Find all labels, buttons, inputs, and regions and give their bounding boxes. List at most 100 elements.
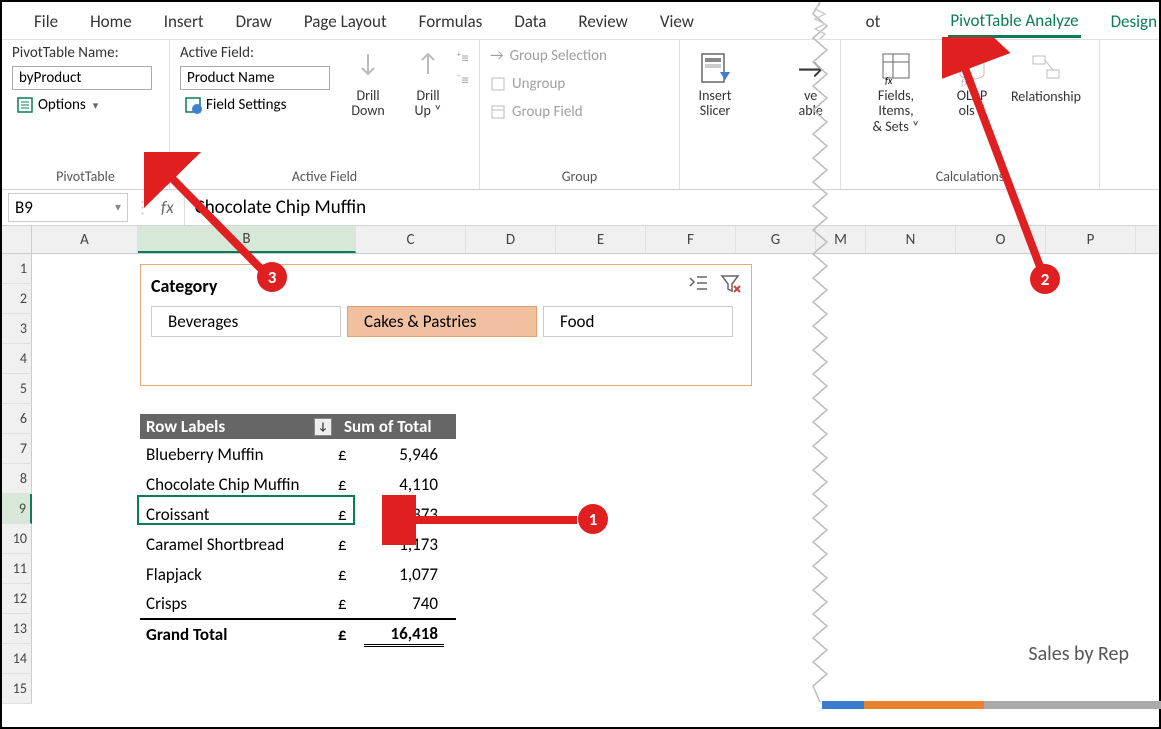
drill-down-label: Drill Down [344,88,392,119]
page-break-zigzag-top [805,4,835,39]
fields-items-sets-button[interactable]: fx Fields, Items, & Sets ˅ [851,44,941,138]
pivot-values-header[interactable]: Sum of Total [338,414,438,439]
field-settings-icon [184,96,202,114]
options-button[interactable]: Options [12,94,152,116]
tab-draw[interactable]: Draw [234,5,274,36]
insert-slicer-label: Insert Slicer [699,88,732,119]
col-C[interactable]: C [356,226,466,253]
pt-name-label: PivotTable Name: [12,44,152,62]
row-value: 1,077 [364,564,444,585]
tab-view[interactable]: View [658,5,696,36]
drill-down-icon [354,48,382,88]
row-13[interactable]: 13 [2,614,32,644]
bar-segment-blue [822,701,864,709]
tab-design[interactable]: Design [1109,5,1159,36]
tab-home[interactable]: Home [88,5,134,36]
group-group: → Group Selection Ungroup Group Field Gr… [480,40,680,189]
name-box[interactable]: B9 ▾ [8,193,128,222]
partial-button-ve-able[interactable]: → ve able [790,44,831,123]
slicer-category[interactable]: Category Beverages Cakes & Pastries Food [140,264,752,386]
group-selection-label: Group Selection [510,47,607,65]
callout-arrow-3 [144,152,284,282]
chart-title: Sales by Rep [1028,642,1129,666]
sort-dropdown-icon[interactable]: ↓ [314,418,332,436]
row-value: 740 [364,593,444,614]
col-A[interactable]: A [32,226,138,253]
col-G[interactable]: G [736,226,816,253]
currency: £ [338,534,364,555]
col-M[interactable]: M [816,226,866,253]
row-1[interactable]: 1 [2,254,32,284]
tab-pivottable-analyze[interactable]: PivotTable Analyze [948,4,1080,38]
group-field-button: Group Field [490,100,607,124]
slicer-item-food[interactable]: Food [543,306,733,337]
row-label: Caramel Shortbread [140,532,338,557]
fields-items-label: Fields, Items, & Sets ˅ [859,88,933,134]
row-15[interactable]: 15 [2,674,32,704]
group-data-partial: → ve able [780,40,840,189]
row-2[interactable]: 2 [2,284,32,314]
row-7[interactable]: 7 [2,434,32,464]
row-value: 4,110 [364,474,444,495]
tab-page-layout[interactable]: Page Layout [302,5,389,36]
group-selection-icon: → [490,47,504,65]
grand-total-row[interactable]: Grand Total £ 16,418 [140,619,456,649]
pt-name-input[interactable] [12,66,152,90]
tab-review[interactable]: Review [576,5,629,36]
worksheet-cells[interactable]: Category Beverages Cakes & Pastries Food [32,254,1159,704]
group-field-label: Group Field [512,103,583,121]
group-field-icon [490,104,506,120]
active-field-input[interactable] [180,66,330,90]
drill-up-icon [414,48,442,88]
currency: £ [338,564,364,585]
col-F[interactable]: F [646,226,736,253]
slicer-item-cakes[interactable]: Cakes & Pastries [347,306,537,337]
group-filter-partial: Insert Slicer [680,40,740,189]
row-4[interactable]: 4 [2,344,32,374]
multi-select-icon[interactable] [687,273,709,298]
row-10[interactable]: 10 [2,524,32,554]
tab-data[interactable]: Data [512,5,548,36]
pivot-row-labels-header[interactable]: Row Labels [146,416,225,437]
chart-bars [822,701,1161,709]
partial-label-ve: ve able [799,88,823,119]
row-6[interactable]: 6 [2,404,32,434]
table-row[interactable]: Blueberry Muffin £ 5,946 [140,439,456,469]
row-value: 5,946 [364,444,444,465]
tab-file[interactable]: File [32,5,60,36]
tab-pivot-fragment[interactable]: ot [864,5,883,36]
name-box-value: B9 [15,197,33,218]
col-E[interactable]: E [556,226,646,253]
bar-segment-grey [984,701,1161,709]
field-settings-label: Field Settings [206,96,286,114]
col-D[interactable]: D [466,226,556,253]
row-5[interactable]: 5 [2,374,32,404]
tab-formulas[interactable]: Formulas [417,5,485,36]
row-label: Flapjack [140,562,338,587]
clear-filter-icon[interactable] [719,273,741,298]
expand-field-icon: ⁺≡ [456,50,469,68]
table-row[interactable]: Flapjack £ 1,077 [140,559,456,589]
drill-up-button: Drill Up ˅ [406,44,450,123]
slicer-item-beverages[interactable]: Beverages [151,306,341,337]
row-3[interactable]: 3 [2,314,32,344]
row-8[interactable]: 8 [2,464,32,494]
select-all-corner[interactable] [2,226,32,253]
currency: £ [338,593,364,614]
row-12[interactable]: 12 [2,584,32,614]
table-row[interactable]: Crisps £ 740 [140,589,456,619]
currency: £ [338,624,364,645]
callout-1: 1 [578,504,608,534]
row-11[interactable]: 11 [2,554,32,584]
row-9[interactable]: 9 [2,494,32,524]
bar-segment-orange [864,701,984,709]
callout-arrow-2 [942,37,1062,287]
currency: £ [338,474,364,495]
insert-slicer-button[interactable]: Insert Slicer [690,44,740,123]
pivot-header: Row Labels ↓ Sum of Total [140,414,456,439]
field-settings-button[interactable]: Field Settings [180,94,330,116]
ungroup-icon [490,76,506,92]
chevron-down-icon[interactable]: ▾ [115,200,121,215]
tab-insert[interactable]: Insert [162,5,206,36]
row-14[interactable]: 14 [2,644,32,674]
